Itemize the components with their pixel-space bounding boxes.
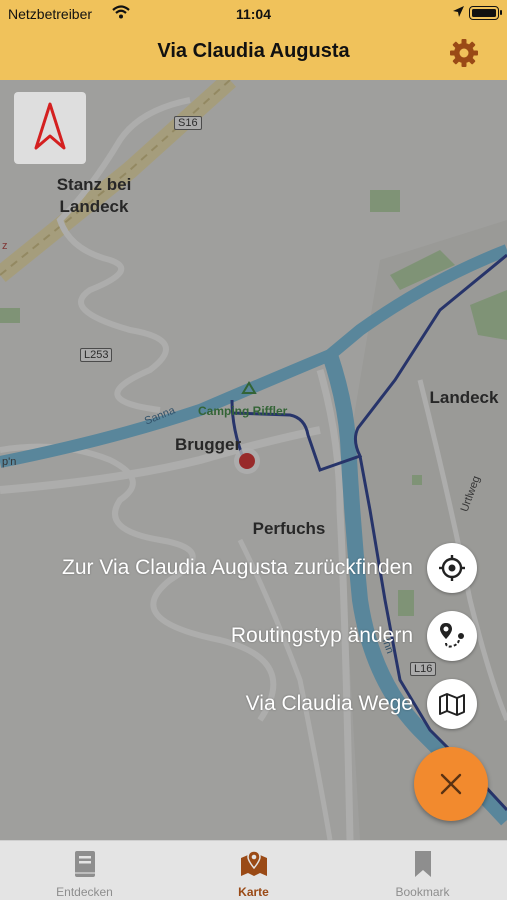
- tab-bookmark[interactable]: Bookmark: [338, 841, 507, 900]
- north-arrow-icon: [34, 102, 66, 150]
- crosshair-icon[interactable]: [427, 543, 477, 593]
- tab-karte[interactable]: Karte: [169, 841, 338, 900]
- app: Netzbetreiber 11:04 Via Claudia Augusta: [0, 0, 507, 900]
- tab-entdecken[interactable]: Entdecken: [0, 841, 169, 900]
- tab-bar: Entdecken Karte Bookmark: [0, 840, 507, 900]
- fab-item-return-to-route[interactable]: Zur Via Claudia Augusta zurückfinden: [62, 542, 477, 594]
- fab-item-via-claudia-paths[interactable]: Via Claudia Wege: [246, 678, 477, 730]
- close-icon: [440, 773, 462, 795]
- fab-item-label: Via Claudia Wege: [245, 692, 413, 715]
- tab-label: Bookmark: [395, 885, 450, 899]
- clock: 11:04: [235, 6, 272, 22]
- map-pin-icon: [240, 850, 267, 876]
- fab-item-label: Zur Via Claudia Augusta zurückfinden: [62, 556, 413, 579]
- fab-item-routing-type[interactable]: Routingstyp ändern: [231, 610, 477, 662]
- route-icon[interactable]: [427, 611, 477, 661]
- page-title: Via Claudia Augusta: [157, 40, 350, 62]
- gear-icon[interactable]: [449, 38, 479, 68]
- book-icon: [74, 851, 95, 877]
- tab-label: Karte: [238, 885, 269, 899]
- status-bar: Netzbetreiber 11:04: [0, 0, 507, 28]
- map-icon[interactable]: [427, 679, 477, 729]
- header: Netzbetreiber 11:04 Via Claudia Augusta: [0, 0, 507, 80]
- location-arrow-icon: [453, 6, 464, 17]
- close-menu-button[interactable]: [414, 747, 488, 821]
- bookmark-icon: [414, 851, 431, 877]
- fab-item-label: Routingstyp ändern: [230, 624, 413, 647]
- tab-label: Entdecken: [56, 885, 113, 899]
- compass-button[interactable]: [14, 92, 86, 164]
- battery-icon: [469, 6, 502, 20]
